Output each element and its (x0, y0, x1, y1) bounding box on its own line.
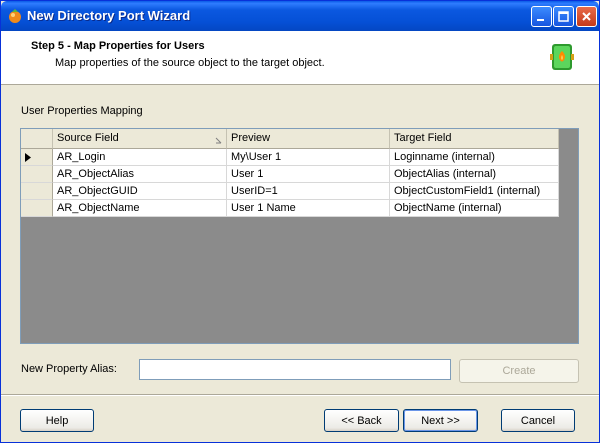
row-selector[interactable] (21, 200, 53, 217)
close-icon (582, 12, 591, 21)
grid-rows: AR_Login My\User 1 Loginname (internal) … (21, 149, 559, 217)
source-field-cell[interactable]: AR_ObjectName (53, 200, 227, 217)
new-property-alias-input[interactable] (139, 359, 451, 380)
row-selector[interactable] (21, 149, 53, 166)
column-header-source-field[interactable]: Source Field (53, 129, 227, 149)
help-button[interactable]: Help (20, 409, 94, 432)
target-field-cell[interactable]: ObjectName (internal) (390, 200, 559, 217)
step-subtitle: Map properties of the source object to t… (55, 57, 325, 69)
window-title: New Directory Port Wizard (27, 8, 191, 23)
title-bar[interactable]: New Directory Port Wizard (1, 1, 599, 31)
grid-corner-cell[interactable] (21, 129, 53, 149)
preview-cell[interactable]: User 1 (227, 166, 390, 183)
grid-header: Source Field Preview Target Field (21, 129, 559, 149)
wizard-header: Step 5 - Map Properties for Users Map pr… (1, 31, 599, 85)
mapping-grid[interactable]: Source Field Preview Target Field AR_Log… (20, 128, 579, 344)
maximize-icon (558, 11, 569, 22)
minimize-icon (537, 19, 544, 21)
close-button[interactable] (576, 6, 597, 27)
preview-cell[interactable]: UserID=1 (227, 183, 390, 200)
target-field-cell[interactable]: ObjectAlias (internal) (390, 166, 559, 183)
next-button[interactable]: Next >> (403, 409, 478, 432)
table-row[interactable]: AR_ObjectGUID UserID=1 ObjectCustomField… (21, 183, 559, 200)
wizard-window: New Directory Port Wizard Step 5 - Map P… (0, 0, 600, 443)
target-field-cell[interactable]: ObjectCustomField1 (internal) (390, 183, 559, 200)
source-field-cell[interactable]: AR_Login (53, 149, 227, 166)
current-row-arrow-icon (25, 153, 31, 165)
wizard-app-icon (7, 8, 23, 24)
target-field-cell[interactable]: Loginname (internal) (390, 149, 559, 166)
column-header-target-field[interactable]: Target Field (390, 129, 559, 149)
table-row[interactable]: AR_Login My\User 1 Loginname (internal) (21, 149, 559, 166)
maximize-button[interactable] (553, 6, 574, 27)
minimize-button[interactable] (531, 6, 552, 27)
source-field-cell[interactable]: AR_ObjectAlias (53, 166, 227, 183)
button-separator (1, 394, 599, 396)
create-button[interactable]: Create (459, 359, 579, 383)
table-row[interactable]: AR_ObjectName User 1 Name ObjectName (in… (21, 200, 559, 217)
table-row[interactable]: AR_ObjectAlias User 1 ObjectAlias (inter… (21, 166, 559, 183)
mapping-section-label: User Properties Mapping (21, 105, 143, 117)
sort-ascending-icon (215, 135, 222, 147)
user-port-icon (549, 42, 575, 72)
back-button[interactable]: << Back (324, 409, 399, 432)
step-title: Step 5 - Map Properties for Users (31, 40, 205, 52)
row-selector[interactable] (21, 183, 53, 200)
cancel-button[interactable]: Cancel (501, 409, 575, 432)
preview-cell[interactable]: My\User 1 (227, 149, 390, 166)
source-field-cell[interactable]: AR_ObjectGUID (53, 183, 227, 200)
column-header-preview[interactable]: Preview (227, 129, 390, 149)
row-selector[interactable] (21, 166, 53, 183)
preview-cell[interactable]: User 1 Name (227, 200, 390, 217)
new-property-alias-label: New Property Alias: (21, 363, 117, 375)
